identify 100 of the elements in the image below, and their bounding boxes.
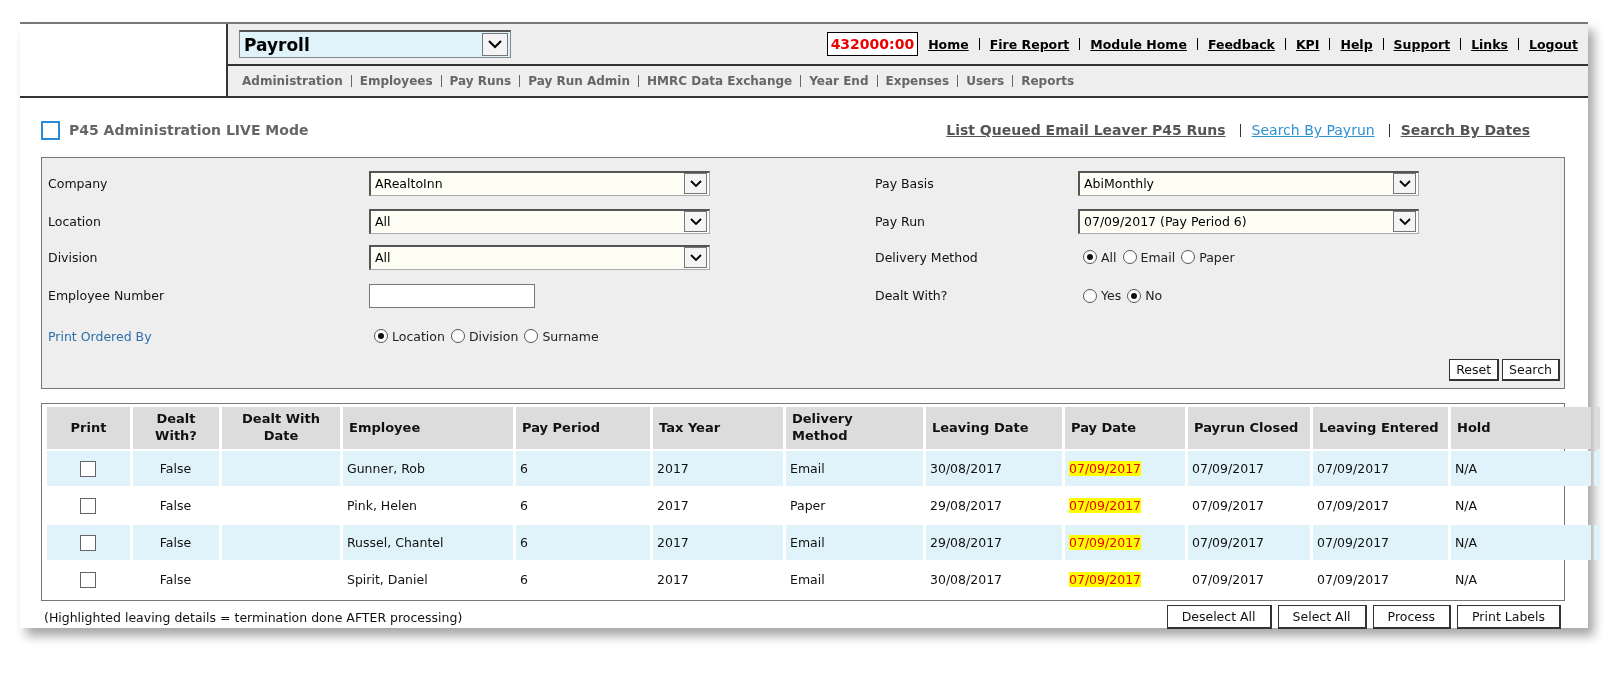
form-button[interactable]: Reset [1449, 359, 1500, 381]
action-link[interactable]: Search By Payrun [1251, 122, 1375, 138]
table-cell: 07/09/2017 [1069, 535, 1142, 550]
column-header: Print [47, 407, 130, 449]
radio-option[interactable]: No [1127, 288, 1163, 303]
table-cell: N/A [1451, 451, 1591, 486]
footer-note: (Highlighted leaving details = termination done AFTER processing) [44, 609, 463, 625]
dropdown-field[interactable]: ARealtoInn [369, 170, 710, 196]
table-cell: False [133, 451, 219, 486]
table-cell-text: 07/09/2017 [1316, 497, 1391, 515]
field-label: Location [48, 213, 101, 229]
column-header: Delivery Method [786, 407, 923, 449]
table-cell: 07/09/2017 [1188, 525, 1310, 560]
table-cell-text: Pink, Helen [346, 497, 419, 515]
dropdown-field[interactable]: AbiMonthly [1078, 170, 1419, 196]
field-label: Delivery Method [875, 249, 978, 265]
table-cell-text: False [158, 571, 193, 589]
menu-link[interactable]: Pay Run Admin [528, 74, 630, 88]
column-header: Dealt With Date [222, 407, 340, 449]
table-cell-text: False [158, 497, 193, 515]
column-header: Leaving Entered [1313, 407, 1448, 449]
table-cell-text: N/A [1454, 571, 1479, 589]
menu-link[interactable]: Pay Runs [449, 74, 512, 88]
dropdown-field[interactable]: All [369, 208, 710, 234]
module-select[interactable]: Payroll [239, 30, 511, 58]
radio-option[interactable]: Email [1122, 249, 1176, 265]
menu-link[interactable]: Users [966, 74, 1005, 88]
nav-link[interactable]: Home [928, 36, 969, 52]
nav-link[interactable]: Help [1340, 36, 1373, 52]
dropdown-field[interactable]: 07/09/2017 (Pay Period 6) [1078, 208, 1419, 234]
dropdown-field[interactable]: All [369, 244, 710, 270]
table-cell: 2017 [653, 451, 783, 486]
radio-option[interactable]: Division [450, 328, 519, 344]
field-label: Dealt With? [875, 288, 948, 303]
table-cell-text: 29/08/2017 [929, 497, 1004, 515]
table-cell: Email [786, 451, 923, 486]
nav-link[interactable]: Module Home [1090, 36, 1187, 52]
nav-link[interactable]: Feedback [1207, 36, 1275, 52]
nav-link[interactable]: Fire Report [989, 36, 1070, 52]
row-checkbox[interactable] [80, 534, 96, 551]
nav-link[interactable]: Support [1393, 36, 1451, 52]
menu-link[interactable]: Reports [1021, 74, 1075, 88]
radio-option[interactable]: All [1083, 249, 1117, 265]
table-cell-text: 6 [519, 497, 529, 515]
square-icon [41, 120, 60, 140]
table-cell-text: 30/08/2017 [929, 571, 1004, 589]
action-button[interactable]: Process [1372, 605, 1452, 629]
input-field[interactable] [369, 283, 535, 308]
action-button[interactable]: Print Labels [1457, 605, 1561, 629]
column-header: Employee [343, 407, 513, 449]
table-cell: False [133, 525, 219, 560]
field-label: Division [48, 249, 98, 265]
action-link[interactable]: Search By Dates [1400, 122, 1530, 138]
page-title: P45 Administration LIVE Mode [69, 122, 309, 138]
row-checkbox[interactable] [80, 460, 96, 477]
table-cell-text: 2017 [656, 497, 690, 515]
column-header: Pay Date [1065, 407, 1185, 449]
column-header: Payrun Closed [1188, 407, 1310, 449]
menu-link[interactable]: Administration [242, 74, 343, 88]
action-button[interactable]: Select All [1277, 605, 1367, 629]
nav-link[interactable]: KPI [1295, 36, 1320, 52]
table-cell-text: 07/09/2017 [1191, 497, 1266, 515]
column-header: Leaving Date [926, 407, 1062, 449]
table-cell: 07/09/2017 [1188, 451, 1310, 486]
table-cell: 2017 [653, 525, 783, 560]
nav-link[interactable]: Logout [1529, 36, 1578, 52]
menu-link[interactable]: Expenses [885, 74, 950, 88]
table-cell: 07/09/2017 [1069, 461, 1142, 476]
table-cell: 07/09/2017 [1069, 498, 1142, 513]
field-label: Pay Basis [875, 175, 934, 191]
radio-option[interactable]: Location [374, 328, 445, 344]
menu-link[interactable]: HMRC Data Exchange [647, 74, 793, 88]
radio-option[interactable]: Yes [1083, 288, 1122, 303]
radio-option[interactable]: Surname [524, 328, 599, 344]
field-label: Pay Run [875, 213, 925, 229]
table-cell-text: 07/09/2017 [1191, 571, 1266, 589]
table-cell-text: 2017 [656, 571, 690, 589]
action-button[interactable]: Deselect All [1166, 605, 1272, 629]
form-button[interactable]: Search [1502, 359, 1560, 381]
table-cell: 07/09/2017 [1069, 572, 1142, 587]
field-label: Company [48, 175, 108, 191]
table-cell: 6 [516, 451, 650, 486]
table-cell: 07/09/2017 [1313, 451, 1448, 486]
table-cell-text: Email [789, 571, 826, 589]
table-cell-text: Spirit, Daniel [346, 571, 429, 589]
row-checkbox[interactable] [80, 497, 96, 514]
menu-link[interactable]: Year End [809, 74, 869, 88]
table-cell-text: N/A [1454, 497, 1479, 515]
radio-option[interactable]: Paper [1181, 249, 1235, 265]
table-cell-text: 07/09/2017 [1316, 571, 1391, 589]
action-link[interactable]: List Queued Email Leaver P45 Runs [946, 122, 1226, 138]
field-label: Print Ordered By [48, 328, 152, 344]
row-checkbox[interactable] [80, 571, 96, 588]
column-header: Tax Year [653, 407, 783, 449]
nav-link[interactable]: Links [1471, 36, 1509, 52]
table-cell: N/A [1451, 525, 1591, 560]
menu-link[interactable]: Employees [359, 74, 433, 88]
table-cell: 6 [516, 525, 650, 560]
table-cell: Russel, Chantel [343, 525, 513, 560]
table-cell-text: 6 [519, 571, 529, 589]
